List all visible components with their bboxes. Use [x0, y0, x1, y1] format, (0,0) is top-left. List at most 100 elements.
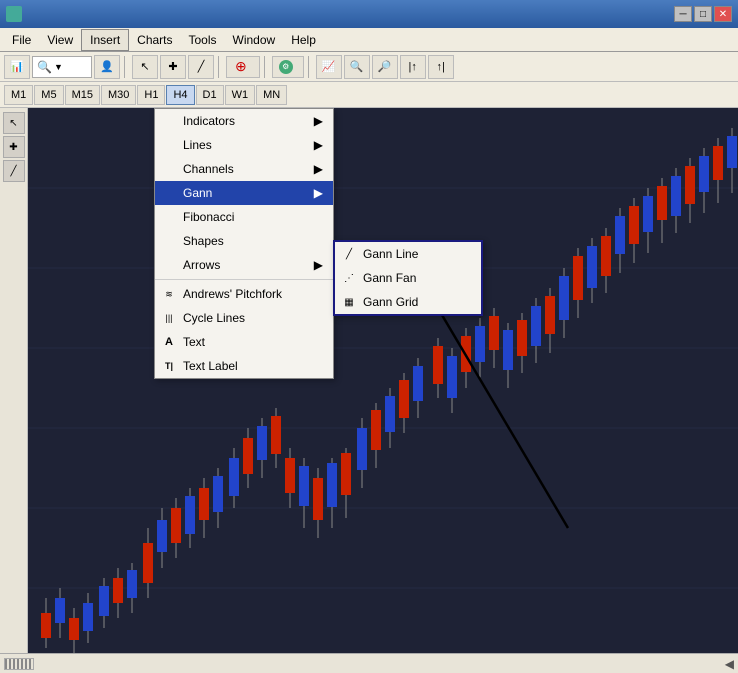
menu-gann[interactable]: Gann ▶	[155, 181, 333, 205]
tf-h1[interactable]: H1	[137, 85, 165, 105]
menu-fibonacci[interactable]: Fibonacci	[155, 205, 333, 229]
lines-arrow: ▶	[314, 138, 323, 152]
tb-new-chart[interactable]: 📊	[4, 55, 30, 79]
chart-canvas	[28, 108, 738, 653]
title-bar-controls: ─ □ ✕	[674, 6, 732, 22]
app-icon	[6, 6, 22, 22]
gann-line-item[interactable]: ╱ Gann Line	[335, 242, 481, 266]
tb-sep3	[264, 56, 268, 78]
left-panel: ↖ ✚ ╱	[0, 108, 28, 653]
left-line[interactable]: ╱	[3, 160, 25, 182]
tf-m15[interactable]: M15	[65, 85, 100, 105]
menu-help[interactable]: Help	[283, 29, 324, 51]
channels-label: Channels	[183, 162, 234, 176]
tb-sep2	[218, 56, 222, 78]
tf-m5[interactable]: M5	[34, 85, 63, 105]
left-cross[interactable]: ✚	[3, 136, 25, 158]
fibonacci-label: Fibonacci	[183, 210, 234, 224]
gann-icon	[161, 185, 177, 201]
gann-fan-icon: ⋰	[341, 270, 357, 286]
tf-m1[interactable]: M1	[4, 85, 33, 105]
gann-label: Gann	[183, 186, 212, 200]
bottom-bar: ◀	[0, 653, 738, 673]
close-button[interactable]: ✕	[714, 6, 732, 22]
order-icon: ⊕	[235, 58, 247, 75]
text-label: Text	[183, 335, 205, 349]
tb-sep1	[124, 56, 128, 78]
menu-separator	[155, 279, 333, 280]
text-label-label: Text Label	[183, 359, 238, 373]
tb-zoom-dropdown[interactable]: 🔍▼	[32, 56, 92, 78]
menu-arrows[interactable]: Arrows ▶	[155, 253, 333, 277]
gann-fan-label: Gann Fan	[363, 271, 416, 285]
menu-view[interactable]: View	[39, 29, 81, 51]
tb-indicators[interactable]: 📈	[316, 55, 342, 79]
gann-grid-item[interactable]: ▦ Gann Grid	[335, 290, 481, 314]
tb-zoom-in[interactable]: 🔍	[344, 55, 370, 79]
channels-arrow: ▶	[314, 162, 323, 176]
tf-h4[interactable]: H4	[166, 85, 194, 105]
text-label-icon: T|	[161, 358, 177, 374]
menu-indicators[interactable]: Indicators ▶	[155, 109, 333, 133]
expert-icon: ⚙	[279, 60, 293, 74]
channels-icon	[161, 161, 177, 177]
menu-window[interactable]: Window	[225, 29, 284, 51]
tb-period-sep1[interactable]: |↑	[400, 55, 426, 79]
menu-channels[interactable]: Channels ▶	[155, 157, 333, 181]
indicators-label: Indicators	[183, 114, 235, 128]
insert-menu-dropdown: Indicators ▶ Lines ▶ Channels ▶ Gann ▶ F…	[154, 108, 334, 379]
text-icon: A	[161, 334, 177, 350]
menu-insert[interactable]: Insert	[81, 29, 129, 51]
arrows-arrow: ▶	[314, 258, 323, 272]
menu-tools[interactable]: Tools	[181, 29, 225, 51]
gann-line-icon: ╱	[341, 246, 357, 262]
indicators-icon	[161, 113, 177, 129]
left-cursor[interactable]: ↖	[3, 112, 25, 134]
tb-profile[interactable]: 👤	[94, 55, 120, 79]
chart-area[interactable]: Indicators ▶ Lines ▶ Channels ▶ Gann ▶ F…	[28, 108, 738, 653]
cycle-lines-label: Cycle Lines	[183, 311, 245, 325]
cycle-lines-icon: |||	[161, 310, 177, 326]
main-toolbar: 📊 🔍▼ 👤 ↖ ✚ ╱ ⊕ ⚙ 📈 🔍 🔎 |↑ ↑|	[0, 52, 738, 82]
tb-sep4	[308, 56, 312, 78]
gann-arrow: ▶	[314, 186, 323, 200]
maximize-button[interactable]: □	[694, 6, 712, 22]
tb-period-sep2[interactable]: ↑|	[428, 55, 454, 79]
menu-cycle-lines[interactable]: ||| Cycle Lines	[155, 306, 333, 330]
tf-m30[interactable]: M30	[101, 85, 136, 105]
shapes-label: Shapes	[183, 234, 224, 248]
lines-label: Lines	[183, 138, 212, 152]
gann-submenu: ╱ Gann Line ⋰ Gann Fan ▦ Gann Grid	[333, 240, 483, 316]
arrows-icon	[161, 257, 177, 273]
menu-lines[interactable]: Lines ▶	[155, 133, 333, 157]
menu-bar: File View Insert Charts Tools Window Hel…	[0, 28, 738, 52]
tf-d1[interactable]: D1	[196, 85, 224, 105]
menu-shapes[interactable]: Shapes	[155, 229, 333, 253]
tf-mn[interactable]: MN	[256, 85, 287, 105]
chart-toolbar: M1 M5 M15 M30 H1 H4 D1 W1 MN	[0, 82, 738, 108]
expert-advisors-button[interactable]: ⚙	[272, 56, 304, 78]
tb-line[interactable]: ╱	[188, 55, 214, 79]
main-area: ↖ ✚ ╱	[0, 108, 738, 653]
menu-text[interactable]: A Text	[155, 330, 333, 354]
tb-crosshair[interactable]: ✚	[160, 55, 186, 79]
minimize-button[interactable]: ─	[674, 6, 692, 22]
pitchfork-icon: ≋	[161, 286, 177, 302]
menu-andrews-pitchfork[interactable]: ≋ Andrews' Pitchfork	[155, 282, 333, 306]
new-order-button[interactable]: ⊕	[226, 56, 260, 78]
indicators-arrow: ▶	[314, 114, 323, 128]
tb-cursor[interactable]: ↖	[132, 55, 158, 79]
menu-charts[interactable]: Charts	[129, 29, 180, 51]
tb-zoom-out[interactable]: 🔎	[372, 55, 398, 79]
menu-file[interactable]: File	[4, 29, 39, 51]
lines-icon	[161, 137, 177, 153]
arrows-label: Arrows	[183, 258, 220, 272]
scroll-right-icon[interactable]: ◀	[725, 657, 734, 671]
shapes-icon	[161, 233, 177, 249]
gann-grid-label: Gann Grid	[363, 295, 418, 309]
title-bar: ─ □ ✕	[0, 0, 738, 28]
tf-w1[interactable]: W1	[225, 85, 256, 105]
status-bars-icon	[4, 658, 34, 670]
gann-fan-item[interactable]: ⋰ Gann Fan	[335, 266, 481, 290]
menu-text-label[interactable]: T| Text Label	[155, 354, 333, 378]
